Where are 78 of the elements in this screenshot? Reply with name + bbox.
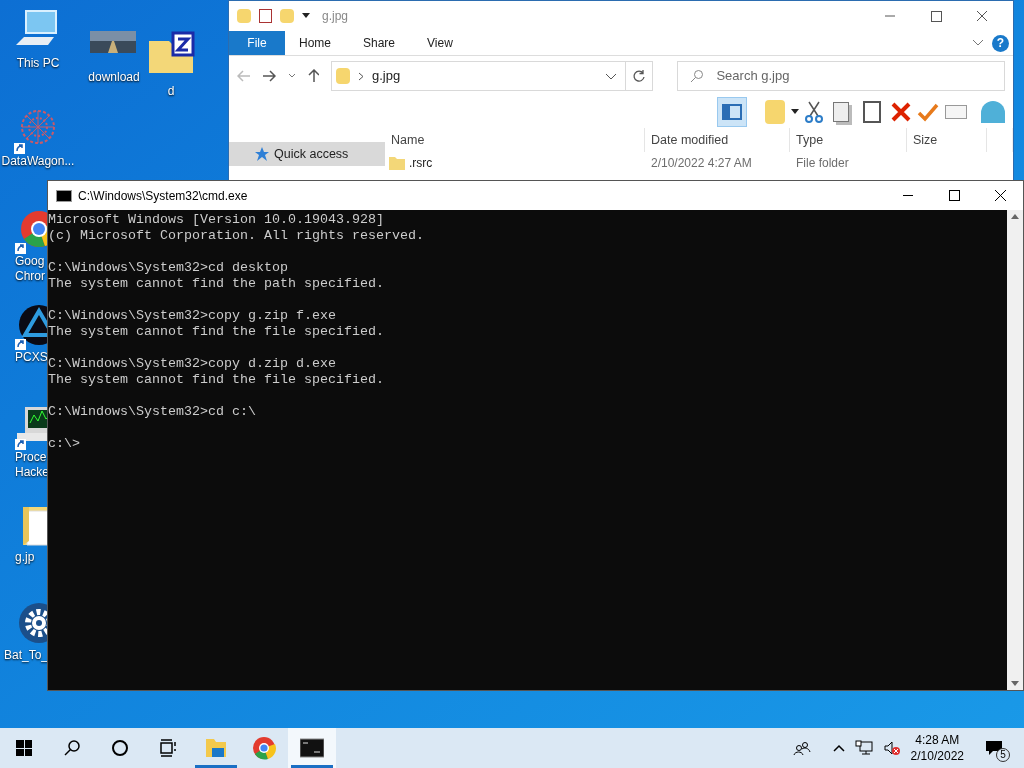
console-line: C:\Windows\System32>cd c:\ [48, 404, 257, 420]
taskbar-app[interactable] [288, 728, 336, 768]
icon-label[interactable]: Goog [15, 254, 45, 269]
caret-icon[interactable] [302, 13, 310, 19]
console-icon [56, 189, 72, 202]
ribbon-tab[interactable]: File [229, 31, 285, 55]
properties-icon[interactable] [259, 9, 272, 23]
console-line: C:\Windows\System32>copy g.zip f.exe [48, 308, 337, 324]
chevron-up-icon[interactable] [832, 744, 845, 752]
console-icon [300, 736, 324, 760]
console-line: (c) Microsoft Corporation. All rights reserved. [48, 228, 425, 244]
people-icon[interactable] [792, 740, 811, 756]
icon-label[interactable]: g.jp [15, 550, 35, 565]
icon-label[interactable]: Chror [15, 269, 45, 284]
muted-speaker-icon[interactable] [882, 740, 901, 756]
notification-button[interactable]: 5 [974, 728, 1014, 768]
console-line: C:\Windows\System32>copy d.zip d.exe [48, 356, 337, 372]
refresh-icon [632, 69, 647, 83]
scroll-down-icon[interactable] [1011, 681, 1019, 686]
search-field[interactable]: Search g.jpg [677, 61, 1005, 91]
folder-icon [204, 736, 228, 760]
help-button[interactable]: ? [992, 34, 1009, 52]
icon-label[interactable]: download [88, 70, 140, 85]
preview-pane-icon[interactable] [717, 97, 747, 127]
icon-label[interactable]: This PC [16, 56, 60, 71]
star-icon [255, 147, 269, 161]
console-line: C:\Windows\System32>cd desktop [48, 260, 289, 276]
search-placeholder: Search g.jpg [716, 67, 790, 86]
address-text: g.jpg [372, 67, 401, 86]
copy-icon[interactable] [833, 102, 849, 122]
scrollbar[interactable] [1007, 210, 1023, 690]
table-cell-text: 2/10/2022 4:27 AM [650, 155, 753, 172]
dropdown-icon[interactable] [604, 72, 617, 80]
folder-icon [336, 68, 350, 84]
up-icon[interactable] [307, 69, 319, 83]
rename-icon[interactable] [945, 105, 967, 119]
checkmark-icon[interactable] [917, 102, 939, 122]
console-line: Microsoft Windows [Version 10.0.19043.928] [48, 212, 385, 228]
icon-label[interactable]: PCXS [15, 350, 48, 365]
scroll-up-icon[interactable] [1011, 214, 1019, 219]
clock-date[interactable]: 2/10/2022 [910, 748, 964, 764]
ribbon-tab[interactable]: Home [285, 31, 345, 55]
ribbon-tab[interactable]: View [413, 31, 467, 55]
column-header[interactable]: Size [907, 128, 987, 152]
file-name[interactable]: .rsrc [409, 154, 433, 172]
console-line: The system cannot find the file specified. [48, 372, 385, 388]
console-line: The system cannot find the path specified. [48, 276, 385, 292]
icon-label[interactable]: d [167, 84, 175, 99]
column-header[interactable]: Name [385, 128, 645, 152]
window-title: g.jpg [322, 8, 349, 25]
table-cell-text: File folder [795, 155, 850, 172]
paste-icon[interactable] [863, 101, 881, 123]
forward-icon[interactable] [262, 70, 276, 82]
icon-label[interactable]: Bat_To_ [4, 648, 49, 663]
caret-icon[interactable] [791, 109, 799, 115]
delete-icon[interactable] [891, 102, 911, 122]
notification-count: 5 [996, 748, 1010, 762]
console-line: c:\> [48, 436, 81, 452]
chrome-icon [252, 736, 276, 760]
icon-label[interactable]: Proce [15, 450, 47, 465]
nav-item[interactable]: Quick access [229, 142, 385, 166]
window-title: C:\Windows\System32\cmd.exe [78, 187, 248, 205]
chevron-icon [358, 71, 364, 81]
expand-ribbon-icon[interactable] [972, 39, 984, 47]
scissors-icon[interactable] [805, 101, 823, 123]
column-header[interactable]: Type [790, 128, 907, 152]
folder-icon [389, 156, 405, 170]
icon-label[interactable]: Hacke [15, 465, 49, 480]
clock-time[interactable]: 4:28 AM [915, 732, 960, 748]
search-icon [690, 69, 705, 83]
icon-label[interactable]: DataWagon... [1, 154, 75, 169]
address-bar[interactable]: g.jpg [331, 61, 626, 91]
recent-icon[interactable] [287, 73, 296, 79]
column-header[interactable]: Date modified [645, 128, 790, 152]
refresh-button[interactable] [625, 61, 654, 91]
console-line: The system cannot find the file specified. [48, 324, 385, 340]
network-icon[interactable] [854, 740, 873, 756]
ribbon-tab[interactable]: Share [349, 31, 410, 55]
